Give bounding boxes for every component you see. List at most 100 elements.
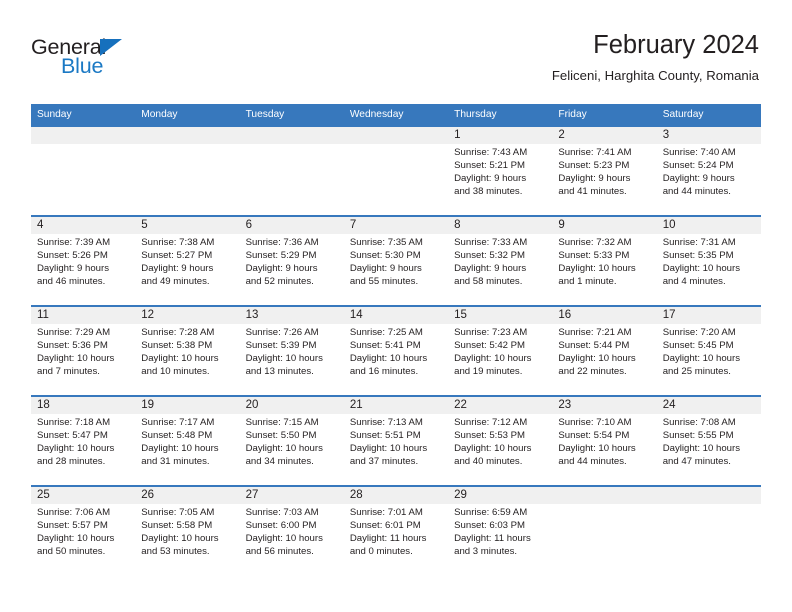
day-cell[interactable]: Sunrise: 7:05 AM Sunset: 5:58 PM Daylight:… [135,504,239,575]
day-number[interactable]: 13 [240,307,344,324]
day-detail-line: Sunset: 5:54 PM [558,429,630,441]
day-number[interactable]: 15 [448,307,552,324]
day-number[interactable]: 22 [448,397,552,414]
day-detail-line: Sunset: 5:45 PM [662,339,734,351]
day-cell[interactable]: Sunrise: 7:10 AM Sunset: 5:54 PM Daylight:… [552,414,656,485]
day-cell[interactable]: Sunrise: 7:21 AM Sunset: 5:44 PM Daylight:… [552,324,656,395]
day-cell[interactable]: Sunrise: 7:33 AM Sunset: 5:32 PM Daylight:… [448,234,552,305]
day-number[interactable]: 23 [552,397,656,414]
day-number[interactable]: 14 [344,307,448,324]
week-daynumber-band: 11 12 13 14 15 16 17 [31,307,761,324]
day-detail-line: and 38 minutes. [454,185,523,197]
day-detail-line: Daylight: 9 hours [37,262,109,274]
day-number[interactable]: 11 [31,307,135,324]
day-cell[interactable]: Sunrise: 7:41 AM Sunset: 5:23 PM Daylight:… [552,144,656,215]
day-number[interactable]: 10 [657,217,761,234]
day-cell-empty [552,504,656,575]
day-number[interactable]: 5 [135,217,239,234]
day-detail-line: and 53 minutes. [141,545,210,557]
day-cell[interactable]: Sunrise: 6:59 AM Sunset: 6:03 PM Daylight:… [448,504,552,575]
day-cell[interactable]: Sunrise: 7:32 AM Sunset: 5:33 PM Daylight:… [552,234,656,305]
day-number[interactable]: 21 [344,397,448,414]
day-cell[interactable]: Sunrise: 7:12 AM Sunset: 5:53 PM Daylight:… [448,414,552,485]
weekday-header-friday: Friday [558,109,587,120]
day-detail-line: and 19 minutes. [454,365,523,377]
day-detail-line: Daylight: 10 hours [662,352,741,364]
day-number[interactable]: 20 [240,397,344,414]
day-cell[interactable]: Sunrise: 7:06 AM Sunset: 5:57 PM Daylight:… [31,504,135,575]
day-cell[interactable]: Sunrise: 7:03 AM Sunset: 6:00 PM Daylight:… [240,504,344,575]
day-cell-empty [344,144,448,215]
day-detail-line: Sunset: 5:23 PM [558,159,630,171]
week-daynumber-band: 25 26 27 28 29 [31,487,761,504]
day-detail-line: Sunrise: 7:35 AM [349,237,423,248]
day-number[interactable]: 6 [240,217,344,234]
day-detail-line: Daylight: 10 hours [558,262,636,274]
blue-triangle-icon [100,39,122,56]
day-number[interactable]: 19 [135,397,239,414]
day-detail-line: Daylight: 10 hours [558,352,636,364]
day-number[interactable]: 3 [657,127,761,144]
day-cell[interactable]: Sunrise: 7:31 AM Sunset: 5:35 PM Daylight:… [657,234,761,305]
day-number[interactable]: 28 [344,487,448,504]
day-cell[interactable]: Sunrise: 7:20 AM Sunset: 5:45 PM Daylight:… [657,324,761,395]
weekday-header-row: Sunday Monday Tuesday Wednesday Thursday… [31,104,761,125]
day-number[interactable]: 29 [448,487,552,504]
day-cell[interactable]: Sunrise: 7:15 AM Sunset: 5:50 PM Daylight:… [240,414,344,485]
day-cell[interactable]: Sunrise: 7:39 AM Sunset: 5:26 PM Daylight:… [31,234,135,305]
day-number[interactable]: 4 [31,217,135,234]
day-number[interactable]: 24 [657,397,761,414]
day-number[interactable]: 2 [552,127,656,144]
day-number[interactable]: 26 [135,487,239,504]
day-detail-line: Sunrise: 7:18 AM [37,417,111,428]
day-number[interactable]: 7 [344,217,448,234]
day-detail-line: Daylight: 10 hours [558,442,636,454]
day-cell[interactable]: Sunrise: 7:35 AM Sunset: 5:30 PM Daylight:… [344,234,448,305]
day-number[interactable]: 18 [31,397,135,414]
day-cell[interactable]: Sunrise: 7:18 AM Sunset: 5:47 PM Daylight:… [31,414,135,485]
day-detail-line: and 58 minutes. [454,275,523,287]
day-detail-line: Sunrise: 7:33 AM [454,237,528,248]
day-detail-line: Sunset: 6:00 PM [245,519,317,531]
page-title: February 2024 [593,31,759,59]
day-cell[interactable]: Sunrise: 7:17 AM Sunset: 5:48 PM Daylight:… [135,414,239,485]
day-number[interactable]: 1 [448,127,552,144]
day-cell[interactable]: Sunrise: 7:40 AM Sunset: 5:24 PM Daylight:… [657,144,761,215]
day-detail-line: Sunrise: 7:28 AM [141,327,215,338]
day-cell[interactable]: Sunrise: 7:23 AM Sunset: 5:42 PM Daylight:… [448,324,552,395]
day-number-empty [552,487,656,504]
day-cell-empty [240,144,344,215]
day-detail-line: Sunset: 6:03 PM [454,519,526,531]
day-detail-line: Sunrise: 7:23 AM [454,327,528,338]
day-detail-line: Sunset: 5:33 PM [558,249,630,261]
day-detail-line: and 56 minutes. [245,545,314,557]
day-number[interactable]: 16 [552,307,656,324]
day-cell[interactable]: Sunrise: 7:25 AM Sunset: 5:41 PM Daylight:… [344,324,448,395]
day-detail-line: Sunrise: 7:10 AM [558,417,632,428]
day-cell[interactable]: Sunrise: 7:29 AM Sunset: 5:36 PM Daylight:… [31,324,135,395]
day-number[interactable]: 25 [31,487,135,504]
day-detail-line: and 46 minutes. [37,275,106,287]
day-detail-line: Daylight: 10 hours [245,532,323,544]
day-number[interactable]: 17 [657,307,761,324]
day-detail-line: Sunrise: 7:39 AM [37,237,111,248]
day-detail-line: Daylight: 10 hours [37,352,115,364]
week-daynumber-band: 18 19 20 21 22 23 24 [31,397,761,414]
day-detail-line: Sunset: 5:36 PM [37,339,108,351]
calendar-weeks: 1 2 3 Sunrise: 7:43 AM Sunset: 5:21 PM Daylig… [31,125,761,575]
day-cell[interactable]: Sunrise: 7:43 AM Sunset: 5:21 PM Daylight:… [448,144,552,215]
day-cell[interactable]: Sunrise: 7:26 AM Sunset: 5:39 PM Daylight:… [240,324,344,395]
weekday-header-monday: Monday [141,109,178,120]
day-cell[interactable]: Sunrise: 7:13 AM Sunset: 5:51 PM Daylight:… [344,414,448,485]
day-number[interactable]: 27 [240,487,344,504]
day-cell[interactable]: Sunrise: 7:36 AM Sunset: 5:29 PM Daylight:… [240,234,344,305]
general-blue-logo[interactable]: General Blue [31,36,211,82]
day-number[interactable]: 8 [448,217,552,234]
day-number[interactable]: 9 [552,217,656,234]
day-cell[interactable]: Sunrise: 7:28 AM Sunset: 5:38 PM Daylight:… [135,324,239,395]
day-number[interactable]: 12 [135,307,239,324]
day-detail-line: Sunrise: 6:59 AM [454,507,528,518]
day-cell[interactable]: Sunrise: 7:08 AM Sunset: 5:55 PM Daylight:… [657,414,761,485]
day-cell[interactable]: Sunrise: 7:01 AM Sunset: 6:01 PM Daylight:… [344,504,448,575]
day-cell[interactable]: Sunrise: 7:38 AM Sunset: 5:27 PM Daylight:… [135,234,239,305]
